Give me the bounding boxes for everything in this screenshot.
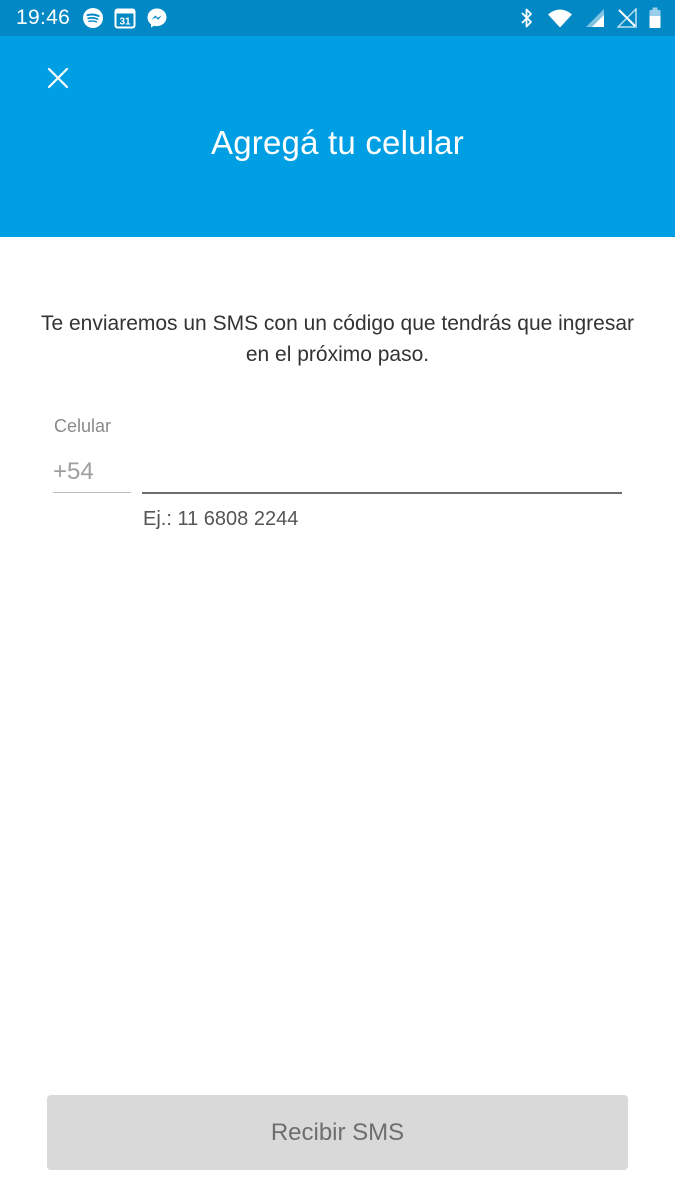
no-sim-icon [617, 8, 637, 28]
phone-field-label: Celular [54, 416, 112, 436]
receive-sms-button[interactable]: Recibir SMS [47, 1095, 628, 1170]
country-code-field[interactable]: +54 [53, 452, 131, 493]
close-icon [47, 67, 69, 89]
spotify-icon [82, 7, 104, 29]
app-header: Agregá tu celular [0, 36, 675, 237]
signal-icon [585, 8, 605, 28]
system-icons [519, 0, 661, 36]
instructions-text: Te enviaremos un SMS con un código que t… [40, 312, 635, 366]
calendar-icon: 31 [114, 7, 136, 29]
calendar-day: 31 [120, 17, 132, 28]
status-time: 19:46 [16, 6, 71, 29]
page-title: Agregá tu celular [211, 124, 464, 161]
close-button[interactable] [38, 58, 78, 98]
phone-hint: Ej.: 11 6808 2244 [143, 508, 299, 530]
phone-number-input[interactable] [142, 452, 622, 494]
status-bar: 19:46 31 [0, 0, 675, 36]
messenger-icon [146, 7, 168, 29]
notification-icons: 31 [82, 7, 168, 29]
bluetooth-icon [519, 7, 535, 29]
wifi-icon [547, 7, 573, 29]
battery-icon [649, 7, 661, 29]
